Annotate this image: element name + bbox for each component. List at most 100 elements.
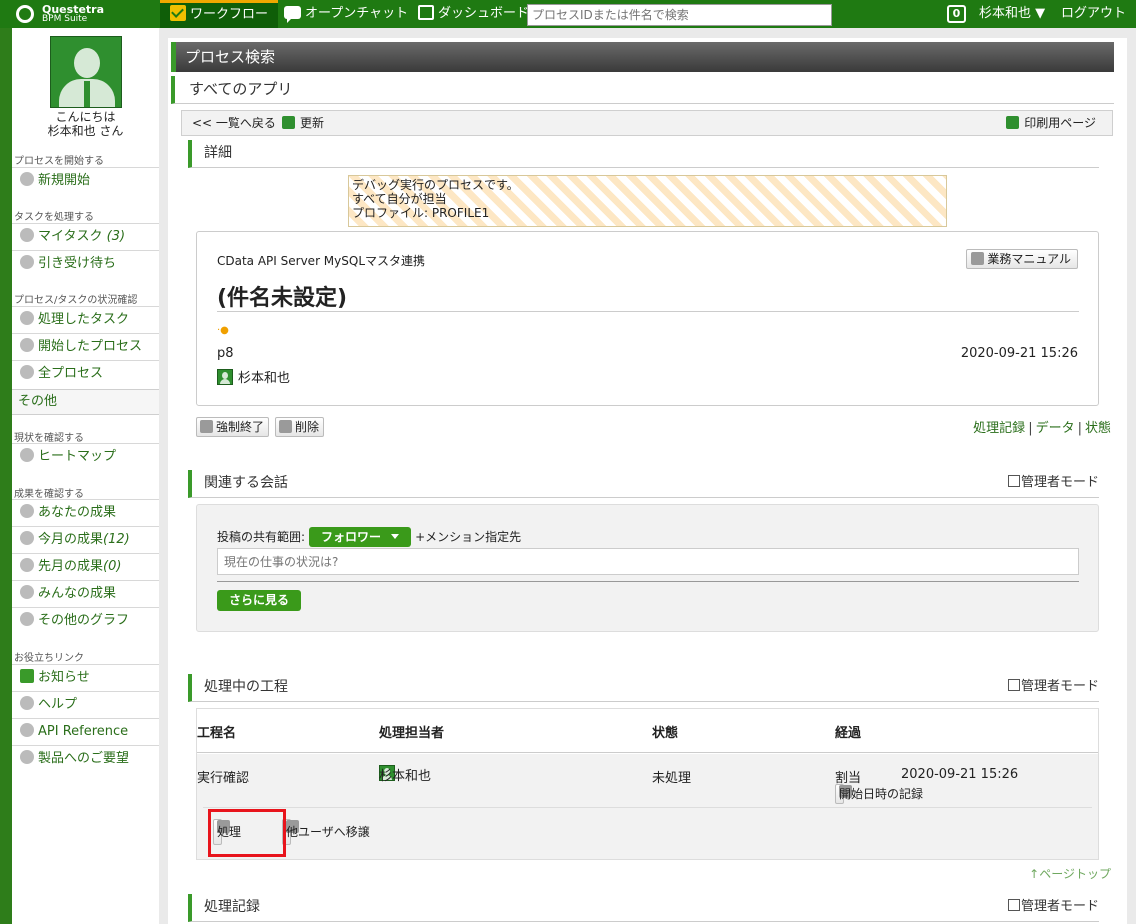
sidebar-item-label: 製品へのご要望 [38, 751, 130, 766]
refresh-icon [282, 116, 295, 129]
post-input[interactable] [217, 548, 1079, 575]
sidebar-item-help[interactable]: ヘルプ [12, 691, 159, 718]
divider [203, 807, 1092, 808]
admin-mode-toggle[interactable]: 管理者モード [1007, 475, 1099, 491]
this-month-count: (12) [103, 532, 130, 547]
help-icon [20, 723, 34, 737]
sidebar-item-my-tasks[interactable]: マイタスク (3) [12, 223, 159, 250]
sidebar-item-label: 先月の成果 [38, 559, 104, 574]
user-menu[interactable]: 杉本和也 ▼ [979, 0, 1045, 28]
see-more-button[interactable]: さらに見る [217, 590, 302, 611]
process-search-input[interactable] [527, 4, 832, 26]
page-top-link[interactable]: ↑ページトップ [1029, 865, 1111, 882]
app-name: CData API Server MySQLマスタ連携 [217, 254, 426, 268]
sidebar-item-all-processes[interactable]: 全プロセス [12, 360, 159, 387]
conversation-heading: 関連する会話 管理者モード [188, 470, 1099, 498]
admin-mode-checkbox[interactable] [1007, 475, 1020, 487]
top-bar: Questetra BPM Suite ワークフロー オープンチャット ダッシュ… [0, 0, 1136, 28]
nav-open-chat-label: オープンチャット [305, 6, 409, 21]
data-link[interactable]: データ [1036, 421, 1075, 436]
sidebar-item-news[interactable]: お知らせ [12, 664, 159, 691]
print-page-link[interactable]: 印刷用ページ [1006, 111, 1096, 135]
admin-mode-checkbox[interactable] [1007, 899, 1020, 911]
sidebar-item-offered[interactable]: 引き受け待ち [12, 250, 159, 277]
detail-toolbar: << 一覧へ戻る 更新 印刷用ページ [181, 110, 1113, 136]
step-name: 実行確認 [197, 771, 250, 786]
sidebar-item-new-start[interactable]: 新規開始 [12, 167, 159, 194]
follower-dropdown[interactable]: フォロワー [309, 527, 412, 547]
column-header: 工程名 [197, 726, 237, 741]
admin-mode-toggle[interactable]: 管理者モード [1007, 899, 1099, 915]
admin-mode-checkbox[interactable] [1007, 679, 1020, 691]
user-avatar[interactable] [50, 36, 122, 108]
sidebar-item-this-month[interactable]: 今月の成果(12) [12, 526, 159, 553]
step-status: 未処理 [652, 771, 692, 786]
avatar-tie-shape [84, 81, 90, 107]
sidebar-item-other-graphs[interactable]: その他のグラフ [12, 607, 159, 634]
sidebar-item-api-reference[interactable]: API Reference [12, 718, 159, 745]
nav-workflow[interactable]: ワークフロー [160, 0, 279, 28]
refresh-button[interactable]: 更新 [282, 111, 324, 135]
force-end-button[interactable]: 強制終了 [196, 417, 270, 437]
processed-tasks-icon [20, 311, 34, 325]
in-progress-table: 工程名 処理担当者 状態 経過 実行確認 杉本和也 未処理 割当 2020-09… [196, 708, 1099, 860]
sidebar-item-others[interactable]: その他 [12, 389, 159, 415]
sidebar-item-label: 今月の成果 [38, 532, 104, 547]
offered-task-icon [20, 255, 34, 269]
state-link[interactable]: 状態 [1085, 421, 1111, 436]
sidebar-item-processed-tasks[interactable]: 処理したタスク [12, 306, 159, 333]
sidebar-item-label: マイタスク [38, 229, 103, 244]
highlight-annotation [208, 809, 286, 857]
nav-dashboard[interactable]: ダッシュボード [418, 0, 529, 28]
follower-dropdown-label: フォロワー [321, 530, 382, 544]
history-heading: 処理記録 管理者モード [188, 894, 1099, 922]
print-icon [1006, 116, 1020, 129]
debug-line: プロファイル: PROFILE1 [352, 206, 490, 220]
nav-open-chat[interactable]: オープンチャット [284, 0, 408, 28]
bar-chart-icon [20, 585, 34, 599]
progress-dots-icon: ·● [217, 325, 229, 336]
delete-button[interactable]: 削除 [275, 417, 325, 437]
sidebar-item-label: 全プロセス [38, 366, 104, 381]
section-useful-links: お役立ちリンク [14, 653, 84, 664]
sidebar-item-heatmap[interactable]: ヒートマップ [12, 443, 159, 470]
sidebar-item-label: 引き受け待ち [38, 256, 117, 271]
logout-link[interactable]: ログアウト [1061, 0, 1126, 28]
sidebar-item-started-processes[interactable]: 開始したプロセス [12, 333, 159, 360]
heatmap-icon [20, 448, 34, 462]
content-panel: プロセス検索 すべてのアプリ << 一覧へ戻る 更新 印刷用ページ 詳細 デバッ… [168, 38, 1127, 924]
sidebar: こんにちは 杉本和也 さん プロセスを開始する 新規開始 タスクを処理する マイ… [12, 28, 159, 924]
record-start-time-button[interactable]: 開始日時の記録 [835, 784, 923, 804]
column-header: 処理担当者 [379, 726, 445, 741]
last-month-count: (0) [103, 559, 122, 574]
admin-mode-label: 管理者モード [1020, 679, 1099, 694]
table-header: 工程名 処理担当者 状態 経過 [197, 709, 1098, 753]
check-icon [170, 5, 186, 21]
history-link[interactable]: 処理記録 [973, 421, 1025, 436]
help-icon [20, 696, 34, 710]
my-tasks-count: (3) [106, 229, 126, 244]
logo-subtext: BPM Suite [42, 14, 88, 24]
sidebar-item-last-month[interactable]: 先月の成果(0) [12, 553, 159, 580]
nav-dashboard-label: ダッシュボード [438, 6, 530, 21]
questetra-logo-icon [16, 5, 34, 23]
back-to-list-link[interactable]: << 一覧へ戻る [192, 111, 276, 135]
section-status-check: プロセス/タスクの状況確認 [14, 295, 138, 306]
delete-icon [279, 420, 292, 433]
admin-mode-label: 管理者モード [1020, 475, 1099, 490]
process-id: p8 [217, 346, 234, 361]
sidebar-item-everyone[interactable]: みんなの成果 [12, 580, 159, 607]
in-progress-heading: 処理中の工程 管理者モード [188, 674, 1099, 702]
feedback-icon [20, 750, 34, 764]
history-heading-label: 処理記録 [204, 899, 260, 915]
mention-link[interactable]: +メンション指定先 [415, 530, 521, 544]
dashboard-icon [418, 5, 434, 20]
notification-count-badge[interactable]: 0 [947, 5, 966, 23]
business-manual-button[interactable]: 業務マニュアル [966, 249, 1078, 269]
admin-mode-toggle[interactable]: 管理者モード [1007, 679, 1099, 695]
sidebar-item-your-results[interactable]: あなたの成果 [12, 499, 159, 526]
sidebar-item-feedback[interactable]: 製品へのご要望 [12, 745, 159, 772]
greeting-line1: こんにちは [55, 110, 116, 124]
detail-links: 処理記録 | データ | 状態 [973, 417, 1111, 436]
elapsed-time: 2020-09-21 15:26 [901, 767, 1019, 782]
